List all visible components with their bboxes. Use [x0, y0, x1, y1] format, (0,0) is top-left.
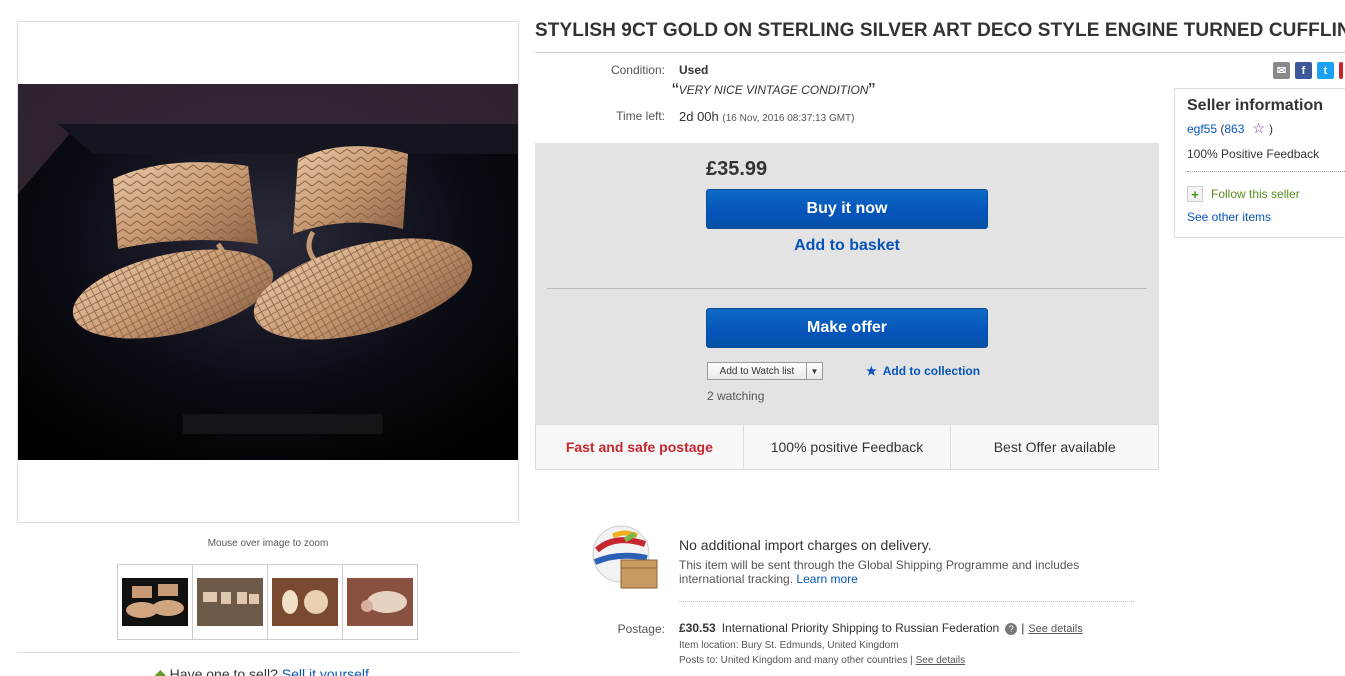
feedback-close-paren: )	[1268, 122, 1273, 136]
thumbnail-strip	[117, 564, 418, 640]
seller-name-row: egf55 (863 ☆)	[1187, 120, 1273, 137]
price: £35.99	[706, 158, 768, 180]
thumbnail-1[interactable]	[117, 564, 193, 640]
gsp-description-text: This item will be sent through the Globa…	[679, 558, 1080, 586]
gallery-divider	[17, 652, 519, 653]
main-image-box[interactable]	[17, 21, 519, 523]
condition-value: Used	[679, 63, 709, 77]
feedback-star-icon: ☆	[1252, 120, 1265, 136]
postage-value: £30.53 International Priority Shipping to…	[679, 621, 1083, 635]
share-icons: ✉ f t	[1273, 62, 1343, 79]
seller-divider	[1187, 171, 1345, 172]
global-shipping-icon	[592, 525, 658, 589]
feature-bar: Fast and safe postage 100% positive Feed…	[535, 424, 1159, 470]
watch-list-label: Add to Watch list	[708, 363, 807, 379]
posts-to: Posts to: United Kingdom and many other …	[679, 655, 965, 666]
star-icon: ★	[866, 364, 877, 378]
facebook-share-icon[interactable]: f	[1295, 62, 1312, 79]
posts-to-see-details-link[interactable]: See details	[916, 655, 965, 666]
sell-prompt-text: Have one to sell?	[169, 666, 278, 676]
add-to-watch-list-button[interactable]: Add to Watch list ▼	[707, 362, 823, 380]
help-icon[interactable]: ?	[1005, 623, 1018, 635]
thumbnail-2[interactable]	[192, 564, 268, 640]
sell-it-yourself-link[interactable]: Sell it yourself	[282, 666, 369, 676]
seller-info-heading: Seller information	[1187, 97, 1324, 114]
time-left-label: Time left:	[616, 109, 665, 123]
thumbnail-image	[272, 578, 338, 626]
condition-description: “VERY NICE VINTAGE CONDITION”	[672, 80, 876, 102]
thumbnail-4[interactable]	[342, 564, 418, 640]
postage-price: £30.53	[679, 621, 716, 635]
twitter-share-icon[interactable]: t	[1317, 62, 1334, 79]
make-offer-button[interactable]: Make offer	[706, 308, 988, 348]
buy-box-divider	[547, 288, 1147, 289]
listing-title: STYLISH 9CT GOLD ON STERLING SILVER ART …	[535, 20, 1345, 41]
follow-seller-link[interactable]: + Follow this seller	[1187, 186, 1300, 202]
follow-seller-label: Follow this seller	[1211, 187, 1300, 201]
caret-down-icon[interactable]: ▼	[807, 363, 822, 379]
title-divider	[535, 52, 1345, 53]
see-other-items-link[interactable]: See other items	[1187, 210, 1271, 224]
sell-icon: ◆	[155, 666, 166, 676]
zoom-hint: Mouse over image to zoom	[207, 538, 329, 549]
add-to-collection-link[interactable]: ★ Add to collection	[866, 364, 980, 378]
time-left: 2d 00h (16 Nov, 2016 08:37:13 GMT)	[679, 109, 855, 124]
thumbnail-image	[347, 578, 413, 626]
watching-count: 2 watching	[707, 389, 765, 403]
thumbnail-image	[197, 578, 263, 626]
postage-see-details-link[interactable]: See details	[1028, 623, 1082, 635]
condition-label: Condition:	[610, 63, 665, 77]
item-location: Item location: Bury St. Edmunds, United …	[679, 640, 899, 651]
add-to-collection-label: Add to collection	[882, 364, 981, 378]
feedback-score-link[interactable]: 863	[1224, 122, 1244, 136]
thumbnail-3[interactable]	[267, 564, 343, 640]
condition-description-text: VERY NICE VINTAGE CONDITION	[678, 83, 869, 97]
positive-feedback: 100% Positive Feedback	[1187, 147, 1320, 161]
seller-username-link[interactable]: egf55	[1187, 122, 1217, 136]
feature-best-offer: Best Offer available	[993, 439, 1116, 455]
pinterest-share-icon[interactable]	[1339, 62, 1343, 79]
cufflinks-photo-graphic	[18, 84, 518, 460]
thumbnail-image	[122, 578, 188, 626]
add-to-basket-link[interactable]: Add to basket	[706, 237, 988, 255]
postage-service: International Priority Shipping to Russi…	[721, 621, 1000, 635]
time-left-end: (16 Nov, 2016 08:37:13 GMT)	[722, 113, 855, 124]
feature-positive-feedback: 100% positive Feedback	[744, 425, 952, 469]
feature-fast-postage: Fast and safe postage	[536, 425, 744, 469]
sell-one-prompt: ◆ Have one to sell? Sell it yourself	[155, 666, 369, 676]
learn-more-link[interactable]: Learn more	[796, 572, 857, 586]
time-left-value: 2d 00h	[679, 109, 719, 124]
import-charges-heading: No additional import charges on delivery…	[679, 537, 932, 553]
buy-it-now-button[interactable]: Buy it now	[706, 189, 988, 229]
buy-box	[535, 143, 1159, 424]
posts-to-text: Posts to: United Kingdom and many other …	[679, 655, 913, 666]
email-share-icon[interactable]: ✉	[1273, 62, 1290, 79]
main-product-photo[interactable]	[18, 84, 518, 460]
plus-icon: +	[1187, 186, 1203, 202]
gsp-description: This item will be sent through the Globa…	[679, 558, 1119, 586]
shipping-divider	[679, 601, 1134, 602]
postage-label: Postage:	[617, 622, 665, 636]
